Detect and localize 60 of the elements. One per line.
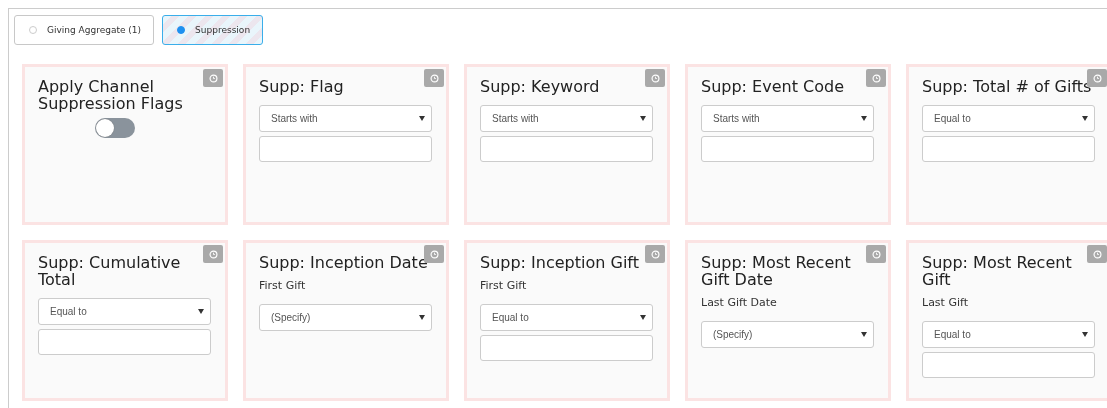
card-title: Supp: Event Code (701, 78, 845, 95)
card-options-button[interactable] (645, 245, 665, 263)
caret-icon (861, 332, 867, 337)
caret-icon (419, 116, 425, 121)
dropdown[interactable]: (Specify) (259, 304, 432, 331)
filter-tab[interactable]: Suppression (162, 15, 264, 45)
input-field[interactable] (38, 329, 211, 355)
dropdown[interactable]: Starts with (259, 105, 432, 132)
input-field[interactable] (922, 136, 1095, 162)
clock-icon (429, 249, 439, 259)
clock-icon (650, 73, 660, 83)
input-field[interactable] (480, 136, 653, 162)
input-field[interactable] (701, 136, 874, 162)
input-field[interactable] (480, 335, 653, 361)
dropdown[interactable]: Equal to (922, 321, 1095, 348)
dropdown[interactable]: Starts with (701, 105, 874, 132)
input-field[interactable] (259, 136, 432, 162)
dropdown[interactable]: Equal to (922, 105, 1095, 132)
caret-icon (640, 315, 646, 320)
dropdown[interactable]: (Specify) (701, 321, 874, 348)
card-title: Supp: Keyword (480, 78, 601, 95)
card-options-button[interactable] (203, 69, 223, 87)
dropdown[interactable]: Equal to (38, 298, 211, 325)
card-title: Supp: Total # of Gifts (922, 78, 1092, 95)
field-label: First Gift (480, 279, 528, 292)
card-title: Apply Channel Suppression Flags (38, 78, 184, 112)
caret-icon (1082, 116, 1088, 121)
caret-icon (1082, 332, 1088, 337)
clock-icon (208, 249, 218, 259)
card-options-button[interactable] (866, 245, 886, 263)
dropdown[interactable]: Starts with (480, 105, 653, 132)
card-title: Supp: Most Recent Gift Date (701, 254, 852, 288)
clock-icon (429, 73, 439, 83)
field-label: Last Gift Date (701, 296, 778, 309)
toggle-switch[interactable] (95, 118, 135, 138)
card-options-button[interactable] (1087, 245, 1107, 263)
caret-icon (419, 315, 425, 320)
card-options-button[interactable] (866, 69, 886, 87)
filter-tab[interactable]: Giving Aggregate (1) (14, 15, 155, 45)
field-label: First Gift (259, 279, 307, 292)
field-label: Last Gift (922, 296, 969, 309)
card-options-button[interactable] (203, 245, 223, 263)
clock-icon (871, 73, 881, 83)
clock-icon (208, 73, 218, 83)
card-title: Supp: Most Recent Gift (922, 254, 1073, 288)
caret-icon (640, 116, 646, 121)
input-field[interactable] (922, 352, 1095, 378)
card-title: Supp: Flag (259, 78, 345, 95)
clock-icon (1092, 249, 1102, 259)
card-title: Supp: Inception Date (259, 254, 429, 271)
caret-icon (198, 309, 204, 314)
card-options-button[interactable] (645, 69, 665, 87)
card-title: Supp: Cumulative Total (38, 254, 182, 288)
card-title: Supp: Inception Gift (480, 254, 640, 271)
clock-icon (871, 249, 881, 259)
clock-icon (1092, 73, 1102, 83)
clock-icon (650, 249, 660, 259)
dropdown[interactable]: Equal to (480, 304, 653, 331)
card-options-button[interactable] (424, 69, 444, 87)
caret-icon (861, 116, 867, 121)
